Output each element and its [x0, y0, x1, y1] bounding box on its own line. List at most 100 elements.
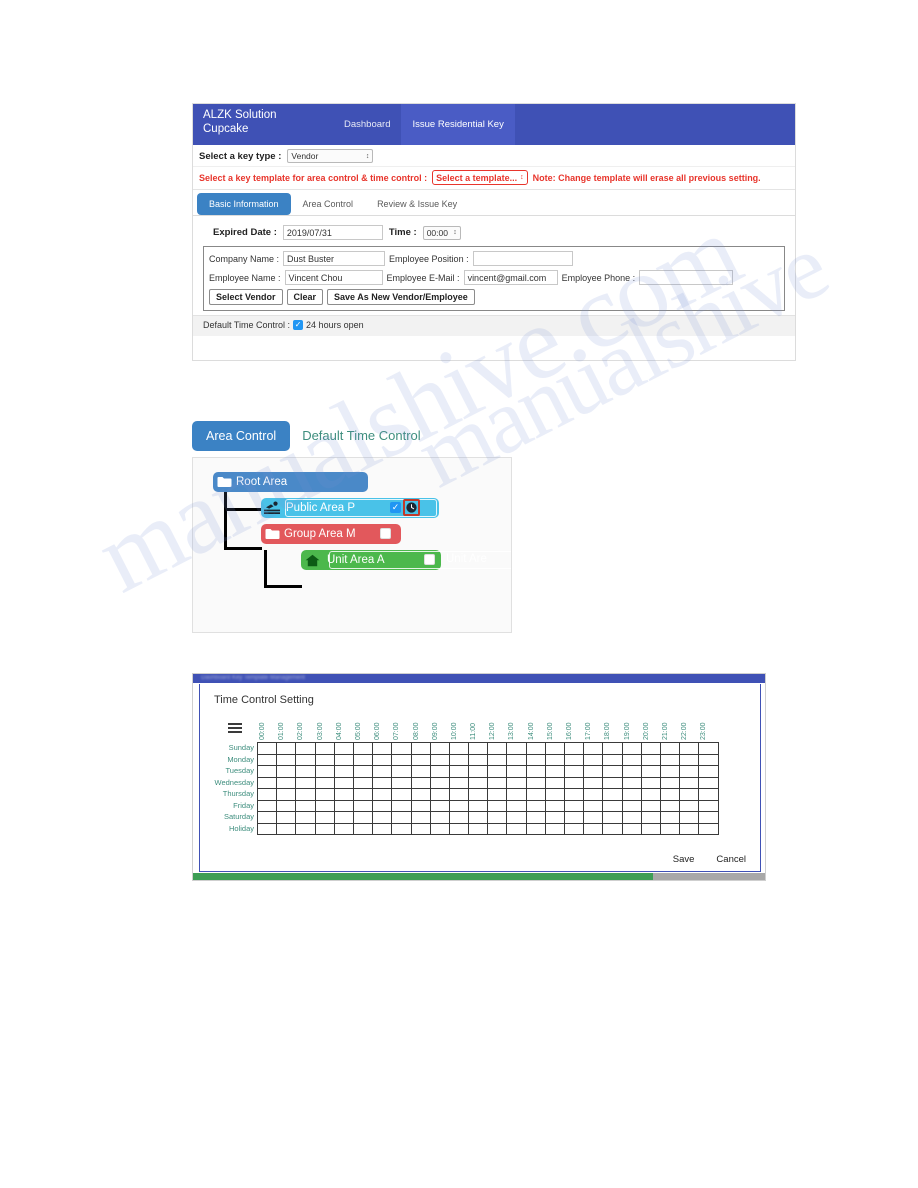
time-slot-cell[interactable]	[602, 765, 623, 778]
time-slot-cell[interactable]	[372, 742, 393, 755]
time-slot-cell[interactable]	[372, 765, 393, 778]
time-slot-cell[interactable]	[640, 799, 661, 812]
time-slot-cell[interactable]	[468, 742, 489, 755]
time-slot-cell[interactable]	[352, 799, 374, 812]
time-slot-cell[interactable]	[468, 765, 489, 778]
tab-basic-information[interactable]: Basic Information	[197, 193, 291, 215]
time-slot-cell[interactable]	[563, 742, 585, 755]
time-slot-cell[interactable]	[621, 765, 642, 778]
time-slot-cell[interactable]	[352, 753, 374, 766]
time-slot-cell[interactable]	[256, 765, 278, 778]
time-slot-cell[interactable]	[487, 788, 508, 801]
employee-name-input[interactable]: Vincent Chou	[284, 270, 383, 285]
cancel-button[interactable]: Cancel	[716, 854, 746, 865]
time-slot-cell[interactable]	[429, 776, 450, 789]
time-slot-cell[interactable]	[506, 822, 527, 835]
time-slot-cell[interactable]	[333, 776, 354, 789]
time-slot-cell[interactable]	[544, 822, 566, 835]
save-as-new-vendor-button[interactable]: Save As New Vendor/Employee	[327, 289, 475, 305]
time-slot-cell[interactable]	[410, 811, 431, 824]
time-slot-cell[interactable]	[698, 765, 719, 778]
time-slot-cell[interactable]	[276, 776, 297, 789]
time-slot-cell[interactable]	[372, 799, 393, 812]
time-slot-cell[interactable]	[544, 811, 566, 824]
time-slot-cell[interactable]	[256, 822, 278, 835]
time-slot-cell[interactable]	[295, 811, 316, 824]
time-slot-cell[interactable]	[602, 776, 623, 789]
time-slot-cell[interactable]	[679, 753, 700, 766]
time-slot-cell[interactable]	[640, 742, 661, 755]
time-slot-cell[interactable]	[410, 742, 431, 755]
time-slot-cell[interactable]	[410, 776, 431, 789]
time-slot-cell[interactable]	[276, 822, 297, 835]
time-slot-cell[interactable]	[487, 822, 508, 835]
time-slot-cell[interactable]	[429, 742, 450, 755]
time-slot-cell[interactable]	[583, 753, 604, 766]
time-slot-cell[interactable]	[391, 765, 412, 778]
time-slot-cell[interactable]	[506, 799, 527, 812]
time-slot-cell[interactable]	[487, 799, 508, 812]
time-slot-cell[interactable]	[256, 788, 278, 801]
employee-position-input[interactable]	[472, 251, 573, 266]
time-slot-cell[interactable]	[544, 799, 566, 812]
time-slot-cell[interactable]	[333, 822, 354, 835]
time-slot-cell[interactable]	[525, 742, 546, 755]
time-slot-cell[interactable]	[410, 753, 431, 766]
time-slot-cell[interactable]	[314, 742, 335, 755]
time-slot-cell[interactable]	[583, 822, 604, 835]
time-slot-cell[interactable]	[276, 799, 297, 812]
time-slot-cell[interactable]	[602, 753, 623, 766]
time-slot-cell[interactable]	[333, 742, 354, 755]
time-slot-cell[interactable]	[352, 776, 374, 789]
time-slot-cell[interactable]	[295, 742, 316, 755]
time-slot-cell[interactable]	[276, 788, 297, 801]
time-slot-cell[interactable]	[372, 776, 393, 789]
time-slot-cell[interactable]	[448, 788, 470, 801]
time-select[interactable]: 00:00 ↕	[422, 225, 461, 240]
time-slot-cell[interactable]	[429, 765, 450, 778]
time-slot-cell[interactable]	[640, 788, 661, 801]
time-slot-cell[interactable]	[525, 765, 546, 778]
time-slot-cell[interactable]	[679, 799, 700, 812]
time-slot-cell[interactable]	[640, 765, 661, 778]
time-slot-cell[interactable]	[525, 811, 546, 824]
tree-node-public-area-p[interactable]: Public Area P ✓	[261, 498, 439, 518]
time-slot-cell[interactable]	[487, 811, 508, 824]
time-slot-cell[interactable]	[487, 765, 508, 778]
time-slot-cell[interactable]	[563, 753, 585, 766]
time-slot-cell[interactable]	[295, 822, 316, 835]
tree-node-checkbox[interactable]	[424, 554, 435, 565]
time-slot-cell[interactable]	[391, 799, 412, 812]
time-slot-cell[interactable]	[487, 742, 508, 755]
time-slot-cell[interactable]	[602, 788, 623, 801]
time-slot-cell[interactable]	[487, 753, 508, 766]
time-slot-cell[interactable]	[621, 753, 642, 766]
time-slot-cell[interactable]	[391, 788, 412, 801]
time-slot-cell[interactable]	[506, 742, 527, 755]
time-slot-cell[interactable]	[391, 776, 412, 789]
time-slot-cell[interactable]	[448, 799, 470, 812]
time-slot-cell[interactable]	[583, 811, 604, 824]
time-slot-cell[interactable]	[372, 811, 393, 824]
time-slot-cell[interactable]	[448, 742, 470, 755]
time-slot-cell[interactable]	[429, 753, 450, 766]
time-slot-cell[interactable]	[295, 765, 316, 778]
time-slot-cell[interactable]	[679, 811, 700, 824]
tab-default-time-control[interactable]: Default Time Control	[294, 420, 429, 451]
time-slot-cell[interactable]	[621, 811, 642, 824]
time-slot-cell[interactable]	[640, 776, 661, 789]
time-slot-cell[interactable]	[544, 765, 566, 778]
employee-email-input[interactable]: vincent@gmail.com	[463, 270, 558, 285]
time-slot-cell[interactable]	[506, 765, 527, 778]
time-slot-cell[interactable]	[698, 753, 719, 766]
company-name-input[interactable]: Dust Buster	[283, 251, 386, 266]
time-slot-cell[interactable]	[525, 799, 546, 812]
time-slot-cell[interactable]	[429, 799, 450, 812]
time-slot-cell[interactable]	[372, 753, 393, 766]
time-slot-cell[interactable]	[525, 753, 546, 766]
time-slot-cell[interactable]	[468, 799, 489, 812]
time-slot-cell[interactable]	[256, 753, 278, 766]
time-slot-cell[interactable]	[468, 753, 489, 766]
time-slot-cell[interactable]	[372, 822, 393, 835]
time-slot-cell[interactable]	[352, 822, 374, 835]
